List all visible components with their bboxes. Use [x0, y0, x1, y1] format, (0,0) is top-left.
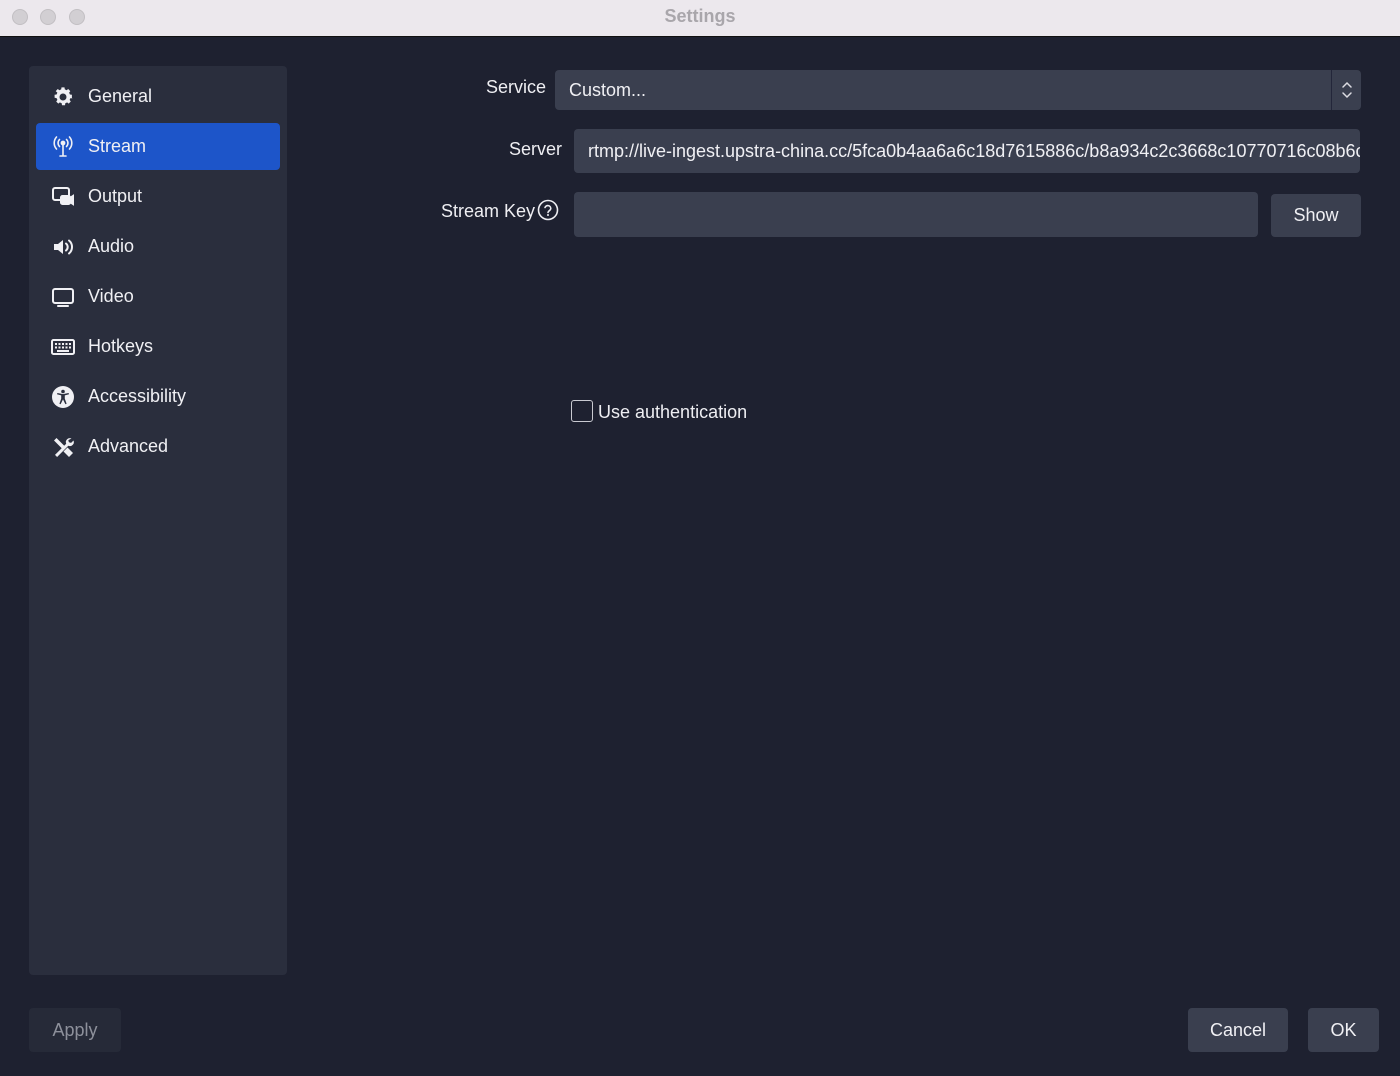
server-input[interactable]: rtmp://live-ingest.upstra-china.cc/5fca0…: [574, 129, 1360, 173]
service-select[interactable]: Custom...: [555, 70, 1361, 110]
settings-sidebar: General Stream Output Audio Video Hotkey…: [29, 66, 287, 975]
output-icon: [50, 184, 76, 210]
sidebar-item-video[interactable]: Video: [36, 273, 280, 320]
sidebar-item-advanced[interactable]: Advanced: [36, 423, 280, 470]
sidebar-item-label: General: [88, 86, 153, 106]
speaker-icon: [50, 234, 76, 260]
stream-key-input[interactable]: [574, 192, 1258, 237]
sidebar-item-stream[interactable]: Stream: [36, 123, 280, 170]
sidebar-item-label: Audio: [88, 236, 135, 256]
keyboard-icon: [50, 334, 76, 360]
use-authentication-checkbox[interactable]: [571, 400, 593, 422]
sidebar-item-label: Hotkeys: [88, 336, 154, 356]
service-value: Custom...: [569, 79, 647, 100]
sidebar-item-hotkeys[interactable]: Hotkeys: [36, 323, 280, 370]
server-label: Server: [509, 139, 563, 159]
window-title: Settings: [664, 6, 736, 26]
sidebar-item-accessibility[interactable]: Accessibility: [36, 373, 280, 420]
title-bar: Settings: [0, 0, 1400, 37]
chevron-updown-icon: [1331, 70, 1361, 110]
stream-key-label: Stream Key: [441, 201, 536, 221]
server-value: rtmp://live-ingest.upstra-china.cc/5fca0…: [588, 140, 1360, 161]
sidebar-item-label: Stream: [88, 136, 147, 156]
sidebar-item-label: Output: [88, 186, 143, 206]
sidebar-item-output[interactable]: Output: [36, 173, 280, 220]
sidebar-item-general[interactable]: General: [36, 73, 280, 120]
ok-button[interactable]: OK: [1308, 1008, 1379, 1052]
sidebar-item-label: Accessibility: [88, 386, 187, 406]
sidebar-item-audio[interactable]: Audio: [36, 223, 280, 270]
cancel-button[interactable]: Cancel: [1188, 1008, 1288, 1052]
show-button[interactable]: Show: [1271, 194, 1361, 237]
use-authentication-label[interactable]: Use authentication: [598, 402, 747, 423]
sidebar-item-label: Advanced: [88, 436, 169, 456]
help-icon[interactable]: [537, 199, 559, 221]
tools-icon: [50, 434, 76, 460]
sidebar-item-label: Video: [88, 286, 134, 306]
monitor-icon: [50, 284, 76, 310]
accessibility-icon: [50, 384, 76, 410]
gear-icon: [50, 84, 76, 110]
apply-button[interactable]: Apply: [29, 1008, 121, 1052]
service-label: Service: [486, 77, 547, 97]
antenna-icon: [50, 134, 76, 160]
